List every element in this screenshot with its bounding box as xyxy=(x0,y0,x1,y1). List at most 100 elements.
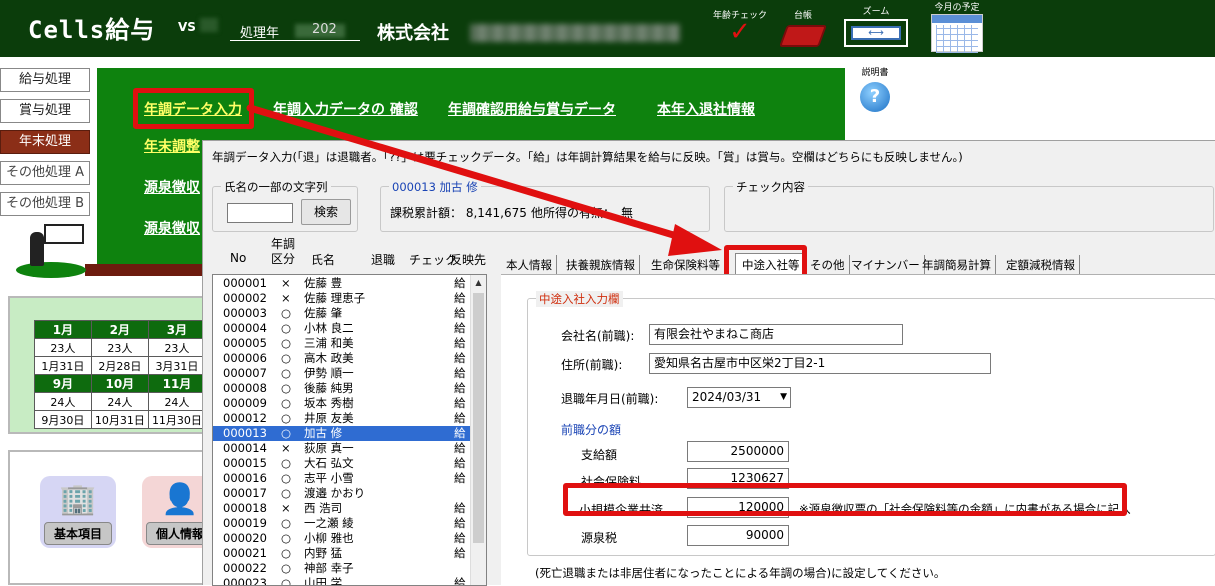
menu-yearend-button[interactable]: 年末処理 xyxy=(0,130,90,154)
tab-0[interactable]: 本人情報 xyxy=(506,255,557,275)
list-item[interactable]: 000002 × 佐藤 理恵子 給 xyxy=(213,291,470,306)
version-label: VS xyxy=(178,20,196,34)
employee-no: 000013 xyxy=(223,426,267,440)
reflect-target: 給 xyxy=(454,501,466,515)
list-item[interactable]: 000006 ○ 高木 政美 給 xyxy=(213,351,470,366)
presenter-icon xyxy=(16,222,86,278)
yearend-entry-dialog: 年調データ入力(「退」は退職者。「??」は要チェックデータ。「給」は年調計算結果… xyxy=(202,140,1215,586)
reflect-target: 給 xyxy=(454,411,466,425)
title-bar: Cells給与 VS 処理年 202 株式会社 年齢チェック ✓ 台帳 ズーム … xyxy=(0,0,1215,57)
reflect-target: 給 xyxy=(454,531,466,545)
link-withholding-1[interactable]: 源泉徴収 xyxy=(144,177,200,197)
list-item[interactable]: 000009 ○ 坂本 秀樹 給 xyxy=(213,396,470,411)
adjust-division: × xyxy=(281,276,291,290)
search-button[interactable]: 検索 xyxy=(301,199,351,225)
zoom-icon: ⟷ xyxy=(844,19,908,47)
basic-items-button[interactable]: 🏢 基本項目 xyxy=(40,476,116,548)
employee-no: 000021 xyxy=(223,546,267,560)
tab-5[interactable]: マイナンバー xyxy=(851,255,925,275)
tab-4[interactable]: その他 xyxy=(810,255,850,275)
menu-payroll-button[interactable]: 給与処理 xyxy=(0,68,90,92)
list-item[interactable]: 000004 ○ 小林 良二 給 xyxy=(213,321,470,336)
list-item[interactable]: 000018 × 西 浩司 給 xyxy=(213,501,470,516)
age-check-button[interactable]: 年齢チェック ✓ xyxy=(708,0,772,45)
month-count: 24人 xyxy=(90,392,149,411)
list-item[interactable]: 000019 ○ 一之瀬 綾 給 xyxy=(213,516,470,531)
schedule-button[interactable]: 今月の予定 xyxy=(926,0,988,53)
list-item[interactable]: 000013 ○ 加古 修 給 xyxy=(213,426,470,441)
zoom-label: ズーム xyxy=(862,7,890,17)
link-yearend-data-confirm[interactable]: 年調入力データの 確認 xyxy=(273,99,418,119)
employee-no: 000007 xyxy=(223,366,267,380)
tab-1[interactable]: 扶養親族情報 xyxy=(566,255,640,275)
list-item[interactable]: 000005 ○ 三浦 和美 給 xyxy=(213,336,470,351)
col-no: No xyxy=(230,251,247,265)
adjust-division: ○ xyxy=(281,456,292,470)
adjust-division: ○ xyxy=(281,321,292,335)
employee-list[interactable]: ▲ 000001 × 佐藤 豊給 000002 × 佐藤 理恵子給 000003 ○ 佐藤 肇給… xyxy=(212,274,487,586)
month-header: 9月 xyxy=(34,374,92,393)
name-search-input[interactable] xyxy=(227,203,293,223)
tab-7[interactable]: 定額減税情報 xyxy=(1006,255,1080,275)
pay-amount-input[interactable]: 2500000 xyxy=(687,441,789,462)
zoom-button[interactable]: ズーム ⟷ xyxy=(840,0,912,47)
adjust-division: ○ xyxy=(281,561,292,575)
other-income-value: 無 xyxy=(621,206,634,220)
list-item[interactable]: 000020 ○ 小柳 雅也 給 xyxy=(213,531,470,546)
month-count: 23人 xyxy=(34,338,92,357)
list-item[interactable]: 000016 ○ 志平 小雪 給 xyxy=(213,471,470,486)
link-join-leave-info[interactable]: 本年入退社情報 xyxy=(657,99,755,119)
reflect-target: 給 xyxy=(454,291,466,305)
adjust-division: ○ xyxy=(281,486,292,500)
menu-other-b-button[interactable]: その他処理 B xyxy=(0,192,90,216)
month-header: 1月 xyxy=(34,320,92,339)
processing-year-label: 処理年 xyxy=(240,26,280,41)
link-withholding-2[interactable]: 源泉徴収 xyxy=(144,218,200,238)
tab-6[interactable]: 年調簡易計算 xyxy=(922,255,996,275)
prev-company-label: 会社名(前職): xyxy=(561,329,635,343)
withholding-tax-label: 源泉税 xyxy=(581,531,618,545)
menu-bonus-button[interactable]: 賞与処理 xyxy=(0,99,90,123)
prev-amount-heading: 前職分の額 xyxy=(561,423,622,437)
employee-no: 000015 xyxy=(223,456,267,470)
reflect-target: 給 xyxy=(454,441,466,455)
link-yearend-adjust[interactable]: 年末調整 xyxy=(144,136,200,156)
list-item[interactable]: 000007 ○ 伊勢 順一 給 xyxy=(213,366,470,381)
month-date: 3月31日 xyxy=(147,356,207,375)
adjust-division: × xyxy=(281,291,291,305)
list-item[interactable]: 000022 ○ 神部 幸子 xyxy=(213,561,470,576)
list-item[interactable]: 000003 ○ 佐藤 肇 給 xyxy=(213,306,470,321)
employee-name: 加古 修 xyxy=(304,426,343,440)
list-scrollbar[interactable]: ▲ xyxy=(470,275,486,585)
list-item[interactable]: 000012 ○ 井原 友美 給 xyxy=(213,411,470,426)
list-item[interactable]: 000015 ○ 大石 弘文 給 xyxy=(213,456,470,471)
employee-name: 高木 政美 xyxy=(304,351,354,365)
version-redaction xyxy=(200,18,218,32)
midjoin-section-title: 中途入社入力欄 xyxy=(536,291,623,307)
list-item[interactable]: 000014 × 荻原 真一 給 xyxy=(213,441,470,456)
menu-other-a-button[interactable]: その他処理 A xyxy=(0,161,90,185)
reflect-target: 給 xyxy=(454,366,466,380)
employee-no: 000009 xyxy=(223,396,267,410)
list-item[interactable]: 000021 ○ 内野 猛 給 xyxy=(213,546,470,561)
reflect-target: 給 xyxy=(454,321,466,335)
withholding-tax-input[interactable]: 90000 xyxy=(687,525,789,546)
calendar-icon xyxy=(931,14,983,53)
list-item[interactable]: 000017 ○ 渡邉 かおり xyxy=(213,486,470,501)
employee-name: 佐藤 理恵子 xyxy=(304,291,366,305)
help-button[interactable]: 説明書 ? xyxy=(857,65,893,112)
ledger-button[interactable]: 台帳 xyxy=(778,0,828,47)
tab-2[interactable]: 生命保険料等 xyxy=(651,255,725,275)
prev-company-input[interactable]: 有限会社やまねこ商店 xyxy=(649,324,903,345)
scroll-thumb[interactable] xyxy=(473,293,484,543)
reflect-target: 給 xyxy=(454,546,466,560)
list-item[interactable]: 000008 ○ 後藤 純男 給 xyxy=(213,381,470,396)
left-menu: 給与処理 賞与処理 年末処理 その他処理 A その他処理 B xyxy=(0,68,92,223)
search-group-title: 氏名の一部の文字列 xyxy=(221,179,331,195)
link-confirm-salary-bonus[interactable]: 年調確認用給与賞与データ xyxy=(448,99,616,119)
prev-address-input[interactable]: 愛知県名古屋市中区栄2丁目2-1 xyxy=(649,353,991,374)
list-item[interactable]: 000001 × 佐藤 豊 給 xyxy=(213,276,470,291)
book-icon xyxy=(778,25,828,47)
scroll-up-icon[interactable]: ▲ xyxy=(471,275,486,291)
retire-date-select[interactable]: 2024/03/31 ▼ xyxy=(687,387,791,408)
